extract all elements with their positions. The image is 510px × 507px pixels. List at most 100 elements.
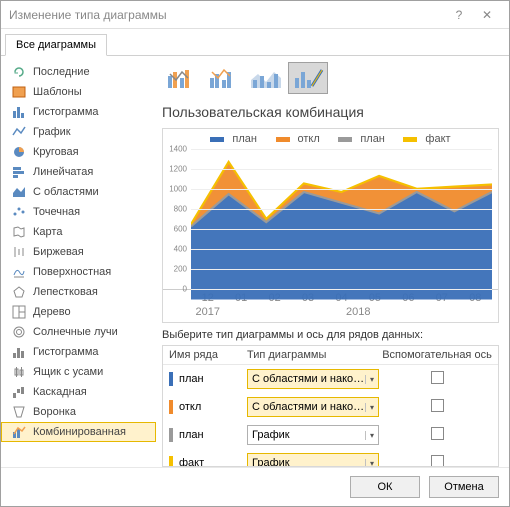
sidebar-item-recent[interactable]: Последние bbox=[1, 62, 156, 82]
legend-item: откл bbox=[298, 133, 320, 145]
series-color-swatch bbox=[169, 428, 173, 442]
pie-icon bbox=[11, 145, 27, 159]
sunburst-icon bbox=[11, 325, 27, 339]
bar-icon bbox=[11, 165, 27, 179]
subtype-custom-combination[interactable] bbox=[288, 62, 328, 94]
sidebar-item-map[interactable]: Карта bbox=[1, 222, 156, 242]
sidebar-item-funnel[interactable]: Воронка bbox=[1, 402, 156, 422]
sidebar-item-label: Шаблоны bbox=[33, 86, 82, 98]
sidebar-item-label: Гистограмма bbox=[33, 346, 99, 358]
sidebar-item-waterfall[interactable]: Каскадная bbox=[1, 382, 156, 402]
y-tick: 1000 bbox=[165, 185, 187, 194]
sidebar-item-histogram[interactable]: Гистограмма bbox=[1, 342, 156, 362]
series-type-dropdown[interactable]: График▾ bbox=[247, 453, 379, 467]
series-name: план bbox=[179, 429, 204, 441]
series-row: откл С областями и нако…▾ bbox=[163, 393, 498, 421]
help-button[interactable]: ? bbox=[445, 8, 473, 22]
section-title: Пользовательская комбинация bbox=[162, 104, 499, 120]
y-tick: 600 bbox=[165, 225, 187, 234]
subtype-clustered-column-line[interactable] bbox=[162, 62, 202, 94]
legend-item: факт bbox=[425, 133, 450, 145]
area-icon bbox=[11, 185, 27, 199]
dialog-footer: ОК Отмена bbox=[1, 467, 509, 506]
sidebar-item-surface[interactable]: Поверхностная bbox=[1, 262, 156, 282]
y-tick: 800 bbox=[165, 205, 187, 214]
series-color-swatch bbox=[169, 400, 173, 414]
chart-legend: план откл план факт bbox=[163, 133, 498, 145]
sidebar-item-combo[interactable]: Комбинированная bbox=[1, 422, 156, 442]
scatter-icon bbox=[11, 205, 27, 219]
sidebar-item-label: Точечная bbox=[33, 206, 80, 218]
titlebar: Изменение типа диаграммы ? ✕ bbox=[1, 1, 509, 29]
y-tick: 0 bbox=[165, 285, 187, 294]
sidebar-item-label: Последние bbox=[33, 66, 90, 78]
sidebar-item-scatter[interactable]: Точечная bbox=[1, 202, 156, 222]
y-tick: 200 bbox=[165, 265, 187, 274]
legend-item: план bbox=[232, 133, 257, 145]
chevron-down-icon: ▾ bbox=[365, 431, 374, 440]
sidebar-item-stock[interactable]: Биржевая bbox=[1, 242, 156, 262]
secondary-axis-checkbox[interactable] bbox=[431, 427, 444, 440]
stock-icon bbox=[11, 245, 27, 259]
y-tick: 1400 bbox=[165, 145, 187, 154]
series-color-swatch bbox=[169, 372, 173, 386]
surface-icon bbox=[11, 265, 27, 279]
chevron-down-icon: ▾ bbox=[365, 375, 374, 384]
sidebar-item-line[interactable]: График bbox=[1, 122, 156, 142]
treemap-icon bbox=[11, 305, 27, 319]
cancel-button[interactable]: Отмена bbox=[429, 476, 499, 498]
funnel-icon bbox=[11, 405, 27, 419]
sidebar-item-area[interactable]: С областями bbox=[1, 182, 156, 202]
x-group: 2018 bbox=[224, 306, 492, 318]
sidebar-item-label: Дерево bbox=[33, 306, 71, 318]
dialog-title: Изменение типа диаграммы bbox=[9, 8, 445, 22]
subtype-row bbox=[162, 62, 499, 94]
series-name: откл bbox=[179, 401, 201, 413]
sidebar-item-boxwhisker[interactable]: Ящик с усами bbox=[1, 362, 156, 382]
close-button[interactable]: ✕ bbox=[473, 8, 501, 22]
chart-x-axis-groups: 20172018 bbox=[163, 306, 498, 322]
secondary-axis-checkbox[interactable] bbox=[431, 399, 444, 412]
recent-icon bbox=[11, 65, 27, 79]
subtype-stacked-area-column[interactable] bbox=[246, 62, 286, 94]
sidebar-item-column[interactable]: Гистограмма bbox=[1, 102, 156, 122]
secondary-axis-checkbox[interactable] bbox=[431, 455, 444, 467]
histogram-icon bbox=[11, 345, 27, 359]
sidebar-item-treemap[interactable]: Дерево bbox=[1, 302, 156, 322]
y-tick: 400 bbox=[165, 245, 187, 254]
sidebar-item-label: Поверхностная bbox=[33, 266, 111, 278]
secondary-axis-checkbox[interactable] bbox=[431, 371, 444, 384]
series-row: план График▾ bbox=[163, 421, 498, 449]
sidebar-item-label: График bbox=[33, 126, 71, 138]
map-icon bbox=[11, 225, 27, 239]
series-type-dropdown[interactable]: С областями и нако…▾ bbox=[247, 369, 379, 389]
series-type-dropdown[interactable]: С областями и нако…▾ bbox=[247, 397, 379, 417]
header-series-name: Имя ряда bbox=[169, 349, 247, 361]
sidebar-item-label: Гистограмма bbox=[33, 106, 99, 118]
tab-all-charts[interactable]: Все диаграммы bbox=[5, 34, 107, 56]
series-row: планС областями и нако…▾ bbox=[163, 365, 498, 393]
waterfall-icon bbox=[11, 385, 27, 399]
sidebar-item-label: Ящик с усами bbox=[33, 366, 103, 378]
x-group: 2017 bbox=[191, 306, 224, 318]
sidebar-item-radar[interactable]: Лепестковая bbox=[1, 282, 156, 302]
series-type-dropdown[interactable]: График▾ bbox=[247, 425, 379, 445]
subtype-clustered-column-line-secondary[interactable] bbox=[204, 62, 244, 94]
sidebar-item-sunburst[interactable]: Солнечные лучи bbox=[1, 322, 156, 342]
sidebar-item-label: Биржевая bbox=[33, 246, 84, 258]
sidebar-item-label: Каскадная bbox=[33, 386, 87, 398]
sidebar-item-label: Воронка bbox=[33, 406, 76, 418]
ok-button[interactable]: ОК bbox=[350, 476, 420, 498]
sidebar-item-bar[interactable]: Линейчатая bbox=[1, 162, 156, 182]
sidebar-item-label: Лепестковая bbox=[33, 286, 98, 298]
sidebar-item-templates[interactable]: Шаблоны bbox=[1, 82, 156, 102]
series-header-row: Имя ряда Тип диаграммы Вспомогательная о… bbox=[163, 346, 498, 365]
sidebar-item-label: Круговая bbox=[33, 146, 79, 158]
change-chart-type-dialog: Изменение типа диаграммы ? ✕ Все диаграм… bbox=[0, 0, 510, 507]
chart-category-list: Последние Шаблоны Гистограмма График Кругова… bbox=[1, 56, 156, 467]
sidebar-item-pie[interactable]: Круговая bbox=[1, 142, 156, 162]
legend-item: план bbox=[360, 133, 385, 145]
header-secondary-axis: Вспомогательная ось bbox=[382, 349, 492, 361]
sidebar-item-label: С областями bbox=[33, 186, 99, 198]
sidebar-item-label: Комбинированная bbox=[33, 426, 126, 438]
